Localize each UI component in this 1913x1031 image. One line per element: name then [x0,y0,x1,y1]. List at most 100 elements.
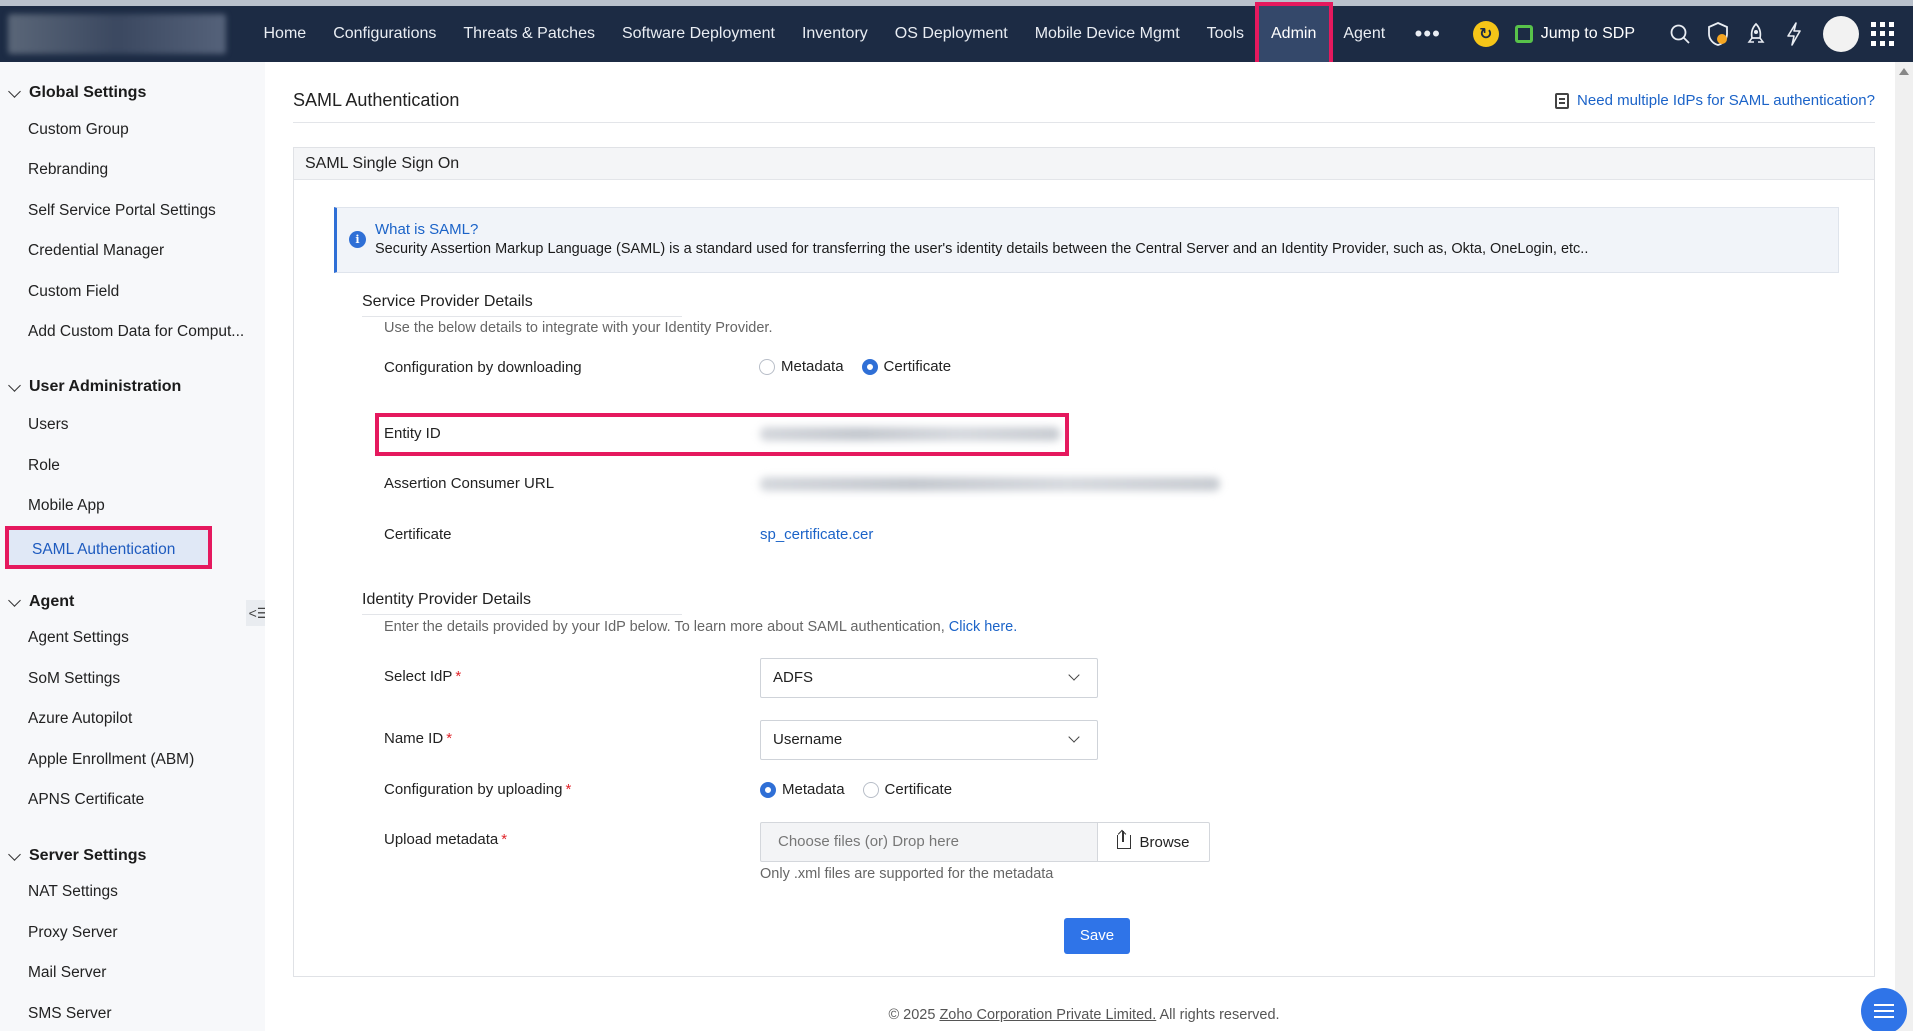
nav-configurations[interactable]: Configurations [320,6,450,62]
page-scrollbar[interactable] [1895,62,1913,1031]
config-upload-radio-group: Metadata Certificate [760,781,970,798]
identity-provider-title: Identity Provider Details [362,591,531,608]
sdp-icon [1514,25,1533,43]
app-launcher-icon[interactable] [1871,22,1895,46]
menu-fab-icon[interactable] [1861,988,1907,1031]
sidebar-item-rebranding[interactable]: Rebranding [28,161,108,179]
user-avatar[interactable] [1823,16,1859,52]
saml-sso-panel: SAML Single Sign On i What is SAML? Secu… [293,147,1875,977]
security-shield-icon[interactable] [1700,16,1736,52]
chevron-down-icon [1068,731,1080,743]
sidebar-item-users[interactable]: Users [28,416,68,434]
metadata-file-dropzone[interactable]: Choose files (or) Drop here [760,822,1098,862]
jump-to-sdp-label: Jump to SDP [1540,25,1635,42]
sp-certificate-download-link[interactable]: sp_certificate.cer [760,526,873,543]
more-menu-icon[interactable]: ••• [1399,6,1457,62]
sidebar-item-proxy-server[interactable]: Proxy Server [28,924,118,942]
section-divider [362,614,682,615]
acs-url-value-redacted[interactable] [760,477,1220,491]
panel-title: SAML Single Sign On [294,148,1874,180]
sidebar-item-apple-enrollment[interactable]: Apple Enrollment (ABM) [28,751,194,769]
multiple-idps-link[interactable]: Need multiple IdPs for SAML authenticati… [1555,92,1875,109]
service-provider-title: Service Provider Details [362,293,533,310]
nav-mobile-device-mgmt[interactable]: Mobile Device Mgmt [1021,6,1193,62]
sidebar-item-add-custom-data[interactable]: Add Custom Data for Comput... [28,323,244,341]
nav-agent[interactable]: Agent [1330,6,1399,62]
scroll-up-arrow-icon[interactable] [1899,68,1909,75]
nav-software-deployment[interactable]: Software Deployment [608,6,788,62]
sidebar-item-azure-autopilot[interactable]: Azure Autopilot [28,710,132,728]
upload-metadata-radio[interactable]: Metadata [760,781,845,798]
note-edit-icon [1555,92,1570,109]
name-id-label: Name ID * [384,730,453,747]
jump-to-sdp-button[interactable]: Jump to SDP [1514,25,1635,43]
sidebar-section-server-settings[interactable]: Server Settings [0,847,146,865]
config-download-label: Configuration by downloading [384,359,582,376]
sidebar-section-agent[interactable]: Agent [0,593,74,611]
saml-info-box: i What is SAML? Security Assertion Marku… [334,207,1839,273]
radio-checked-icon [861,358,878,375]
rocket-icon[interactable] [1738,16,1774,52]
save-button[interactable]: Save [1064,918,1130,954]
nav-home[interactable]: Home [250,6,320,62]
acs-url-label: Assertion Consumer URL [384,475,555,492]
file-type-hint: Only .xml files are supported for the me… [760,866,1054,882]
name-id-dropdown[interactable]: Username [760,720,1098,760]
idp-help-text: Enter the details provided by your IdP b… [384,619,1018,635]
info-icon: i [349,231,366,248]
sidebar-item-nat-settings[interactable]: NAT Settings [28,883,118,901]
sidebar-item-saml-authentication[interactable]: SAML Authentication [5,526,212,569]
entity-id-value-redacted[interactable] [760,427,1060,441]
radio-checked-icon [760,781,776,798]
sidebar-item-custom-field[interactable]: Custom Field [28,283,119,301]
chevron-down-icon [1068,669,1080,681]
sidebar-section-global-settings[interactable]: Global Settings [0,84,146,102]
radio-unchecked-icon [759,358,775,375]
select-idp-label: Select IdP * [384,668,462,685]
top-right-tools: ↻ Jump to SDP [1472,6,1913,62]
lightning-icon[interactable] [1776,16,1812,52]
sidebar-item-agent-settings[interactable]: Agent Settings [28,629,129,647]
main-content: SAML Authentication Need multiple IdPs f… [265,62,1895,1031]
section-divider [362,316,682,317]
browse-button[interactable]: Browse [1097,822,1210,862]
sidebar-item-mail-server[interactable]: Mail Server [28,964,106,982]
nav-admin[interactable]: Admin [1254,2,1334,68]
sidebar-item-self-service-portal[interactable]: Self Service Portal Settings [28,202,216,220]
upload-icon [1117,831,1132,849]
what-is-saml-link[interactable]: What is SAML? [375,221,478,238]
main-nav: Home Configurations Threats & Patches So… [250,2,1457,68]
nav-threats-patches[interactable]: Threats & Patches [450,6,609,62]
chevron-down-icon [8,847,21,861]
refresh-icon[interactable]: ↻ [1472,21,1499,47]
learn-more-link[interactable]: Click here. [949,619,1018,635]
product-logo[interactable] [8,14,226,54]
download-metadata-radio[interactable]: Metadata [759,358,844,375]
saml-description: Security Assertion Markup Language (SAML… [375,241,1589,257]
radio-unchecked-icon [862,781,879,798]
nav-tools[interactable]: Tools [1193,6,1257,62]
company-link[interactable]: Zoho Corporation Private Limited. [939,1007,1156,1023]
sidebar-item-som-settings[interactable]: SoM Settings [28,670,120,688]
chevron-down-icon [8,378,21,392]
sidebar-item-role[interactable]: Role [28,457,60,475]
search-icon[interactable] [1662,16,1698,52]
sidebar-item-mobile-app[interactable]: Mobile App [28,497,105,515]
sp-help-text: Use the below details to integrate with … [384,320,773,336]
download-certificate-radio[interactable]: Certificate [861,358,951,375]
admin-sidebar: Global Settings Custom Group Rebranding … [0,62,272,1031]
sidebar-item-credential-manager[interactable]: Credential Manager [28,242,164,260]
upload-certificate-radio[interactable]: Certificate [862,781,952,798]
nav-os-deployment[interactable]: OS Deployment [881,6,1021,62]
certificate-label: Certificate [384,526,452,543]
nav-inventory[interactable]: Inventory [788,6,881,62]
sidebar-item-custom-group[interactable]: Custom Group [28,121,129,139]
select-idp-dropdown[interactable]: ADFS [760,658,1098,698]
entity-id-label: Entity ID [384,425,441,442]
sidebar-section-user-administration[interactable]: User Administration [0,378,181,396]
sidebar-item-apns-certificate[interactable]: APNS Certificate [28,791,144,809]
footer: © 2025 Zoho Corporation Private Limited.… [888,1007,1280,1023]
chevron-down-icon [8,593,21,607]
page-title: SAML Authentication [293,90,460,110]
config-upload-label: Configuration by uploading * [384,781,572,798]
